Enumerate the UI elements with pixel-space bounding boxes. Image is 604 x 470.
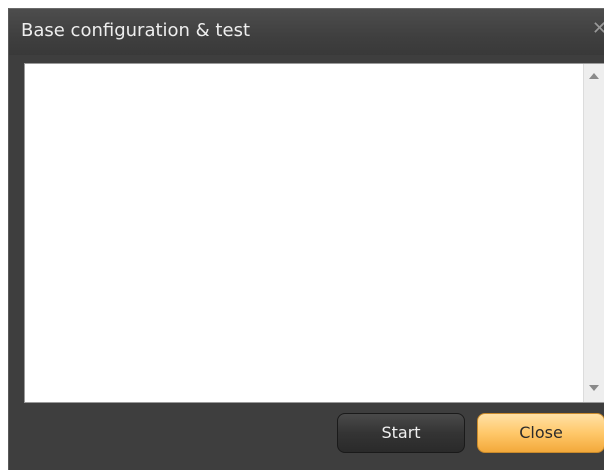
log-content bbox=[25, 64, 582, 402]
close-button[interactable]: Close bbox=[477, 413, 604, 453]
vertical-scrollbar[interactable] bbox=[583, 64, 604, 402]
title-bar[interactable]: Base configuration & test ✕ bbox=[9, 9, 604, 55]
scroll-down-arrow-icon[interactable] bbox=[584, 380, 604, 398]
close-icon[interactable]: ✕ bbox=[592, 19, 604, 39]
config-test-dialog: Base configuration & test ✕ Start Close bbox=[8, 8, 604, 470]
scrollbar-track[interactable] bbox=[587, 90, 601, 376]
dialog-title: Base configuration & test bbox=[21, 20, 250, 41]
scroll-up-arrow-icon[interactable] bbox=[584, 68, 604, 86]
output-log-textarea[interactable] bbox=[24, 63, 604, 403]
start-button[interactable]: Start bbox=[337, 413, 465, 453]
